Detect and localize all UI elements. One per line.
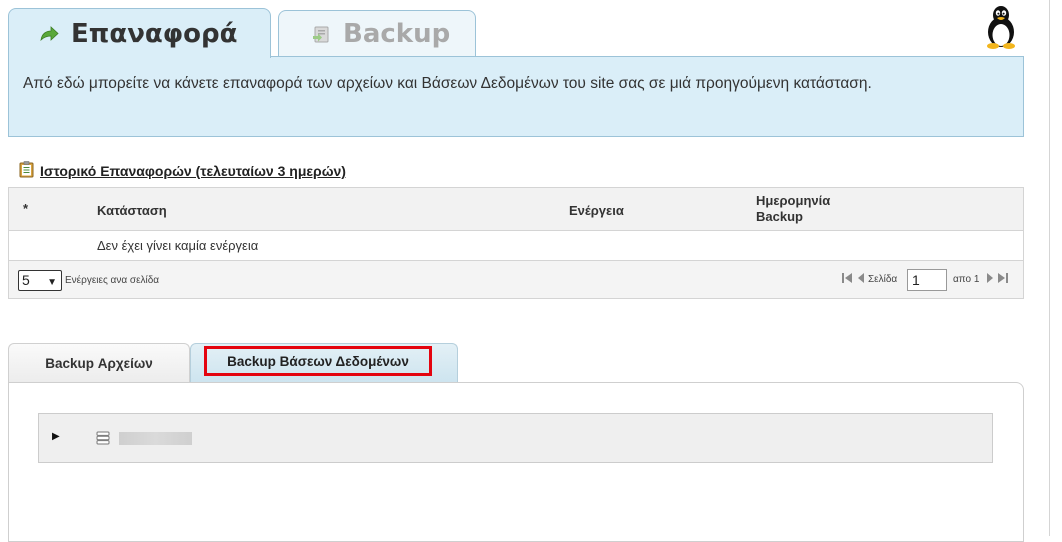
clipboard-icon (19, 161, 34, 181)
tree-row[interactable]: ▶ (38, 413, 993, 463)
tab-backup-label: Backup (343, 18, 451, 49)
chevron-down-icon: ▼ (47, 277, 57, 288)
page-right-border (1049, 0, 1050, 536)
history-table: * Κατάσταση Ενέργεια Ημερομηνία Backup (8, 187, 1024, 231)
tab-db-backup-label[interactable]: Backup Βάσεων Δεδομένων (227, 354, 409, 369)
arrow-restore-icon (39, 24, 59, 44)
database-icon (96, 431, 110, 445)
col-star[interactable]: * (23, 201, 28, 216)
last-page-icon[interactable] (997, 272, 1009, 287)
col-action[interactable]: Ενέργεια (569, 203, 624, 218)
prev-page-icon[interactable] (857, 272, 865, 287)
history-heading: Ιστορικό Επαναφορών (τελευταίων 3 ημερών… (19, 161, 346, 181)
tab-files-backup[interactable]: Backup Αρχείων (8, 343, 190, 383)
page-input[interactable]: 1 (907, 269, 947, 291)
history-title[interactable]: Ιστορικό Επαναφορών (τελευταίων 3 ημερών… (40, 163, 346, 179)
per-page-select[interactable]: 5 ▼ (18, 270, 62, 291)
col-status[interactable]: Κατάσταση (97, 203, 167, 218)
tab-backup[interactable]: Backup (278, 10, 476, 56)
empty-message: Δεν έχει γίνει καμία ενέργεια (97, 238, 259, 253)
page-label: Σελίδα (868, 274, 898, 285)
first-page-icon[interactable] (841, 272, 853, 287)
redacted-database-name (119, 432, 192, 445)
tab-restore[interactable]: Επαναφορά (8, 8, 271, 58)
tab-restore-label: Επαναφορά (71, 18, 238, 49)
per-page-value: 5 (22, 272, 30, 288)
linux-tux-icon (982, 4, 1020, 50)
highlight-box: Backup Βάσεων Δεδομένων (204, 346, 432, 376)
page-of-label: απο 1 (953, 274, 980, 285)
page-input-value: 1 (912, 272, 920, 288)
table-row: Δεν έχει γίνει καμία ενέργεια (8, 231, 1024, 261)
tab-files-backup-label: Backup Αρχείων (45, 356, 153, 371)
info-box: Από εδώ μπορείτε να κάνετε επαναφορά των… (8, 56, 1024, 137)
col-backup-date[interactable]: Ημερομηνία Backup (756, 193, 846, 225)
triangle-right-icon[interactable]: ▶ (52, 431, 60, 442)
pager: 5 ▼ Ενέργειες ανα σελίδα Σελίδα 1 απο 1 (8, 261, 1024, 299)
next-page-icon[interactable] (986, 272, 994, 287)
backup-icon (311, 24, 331, 44)
per-page-label: Ενέργειες ανα σελίδα (65, 275, 160, 286)
info-text: Από εδώ μπορείτε να κάνετε επαναφορά των… (23, 75, 872, 92)
table-header: * Κατάσταση Ενέργεια Ημερομηνία Backup (8, 187, 1024, 231)
